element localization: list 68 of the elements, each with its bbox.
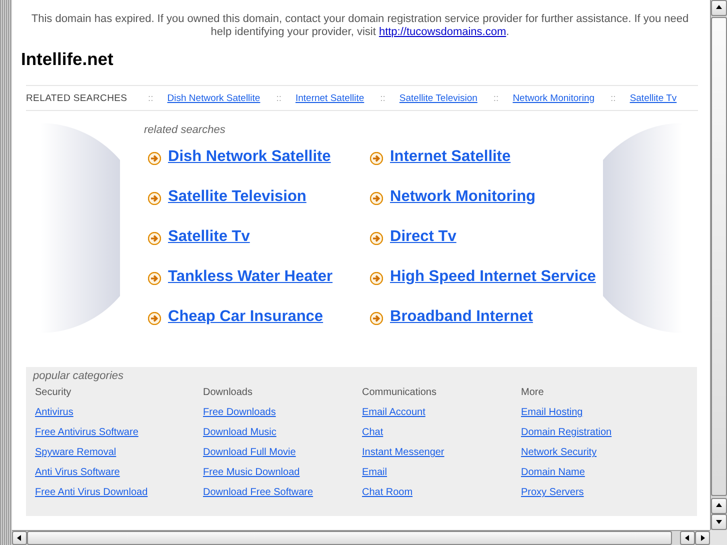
separator: ::	[380, 92, 386, 104]
category-title: More	[521, 387, 544, 400]
scrollbar-thumb[interactable]	[27, 531, 672, 545]
category-link[interactable]: Spyware Removal	[35, 447, 116, 467]
arrow-icon	[370, 312, 383, 324]
search-link[interactable]: Satellite Television	[168, 188, 306, 206]
section-heading: popular categories	[33, 369, 125, 383]
category-link[interactable]: Download Free Software	[203, 487, 314, 507]
category-title: Communications	[362, 387, 436, 400]
category-link[interactable]: Domain Registration	[521, 427, 612, 447]
search-link[interactable]: Tankless Water Heater	[168, 268, 333, 286]
category-link[interactable]: Instant Messenger	[362, 447, 444, 467]
search-link[interactable]: Internet Satellite	[390, 148, 511, 166]
expired-notice-text: This domain has expired. If you owned this domain, contact your domain registration service provider for further assistance. If you need help identifying your provider, visit http://tucowsdomains.com.	[30, 13, 690, 39]
site-title: Intellife.net	[21, 48, 114, 70]
related-link[interactable]: Network Monitoring	[512, 92, 595, 104]
arrow-icon	[148, 192, 161, 204]
related-link[interactable]: Dish Network Satellite	[167, 92, 260, 104]
category-link[interactable]: Free Anti Virus Download	[35, 487, 148, 507]
section-heading: related searches	[144, 123, 226, 137]
scroll-up-button[interactable]	[711, 498, 727, 514]
arrow-icon	[370, 152, 383, 164]
arrow-icon	[148, 312, 161, 324]
scroll-left-button[interactable]	[680, 531, 695, 545]
category-link[interactable]: Network Security	[521, 447, 597, 467]
arrow-icon	[148, 152, 161, 164]
related-link[interactable]: Internet Satellite	[295, 92, 364, 104]
category-title: Downloads	[203, 387, 252, 400]
search-link[interactable]: Network Monitoring	[390, 188, 536, 206]
related-searches-label: RELATED SEARCHES	[26, 92, 128, 104]
category-link[interactable]: Free Downloads	[203, 407, 276, 427]
category-link[interactable]: Free Music Download	[203, 467, 300, 487]
separator: ::	[610, 92, 616, 104]
scroll-up-button[interactable]	[711, 0, 727, 16]
arrow-icon	[370, 272, 383, 284]
arrow-icon	[370, 192, 383, 204]
category-link[interactable]: Chat Room	[362, 487, 413, 507]
category-link[interactable]: Domain Name	[521, 467, 585, 487]
search-link[interactable]: Cheap Car Insurance	[168, 308, 324, 326]
scrollbar-thumb[interactable]	[711, 17, 727, 496]
category-link[interactable]: Download Music	[203, 427, 276, 447]
search-link[interactable]: High Speed Internet Service	[390, 268, 596, 286]
arrow-icon	[370, 232, 383, 244]
category-title: Security	[35, 387, 72, 400]
category-link[interactable]: Email Account	[362, 407, 426, 427]
category-link[interactable]: Anti Virus Software	[35, 467, 120, 487]
search-link[interactable]: Broadband Internet	[390, 308, 533, 326]
separator: ::	[276, 92, 282, 104]
scroll-down-button[interactable]	[711, 514, 727, 530]
scroll-right-button[interactable]	[695, 531, 710, 545]
scroll-left-button[interactable]	[12, 531, 27, 545]
arrow-icon	[148, 232, 161, 244]
separator: ::	[148, 92, 154, 104]
category-link[interactable]: Antivirus	[35, 407, 74, 427]
related-link[interactable]: Satellite Television	[399, 92, 478, 104]
search-link[interactable]: Dish Network Satellite	[168, 148, 331, 166]
arrow-icon	[148, 272, 161, 284]
category-link[interactable]: Proxy Servers	[521, 487, 584, 507]
category-link[interactable]: Email Hosting	[521, 407, 583, 427]
category-link[interactable]: Download Full Movie	[203, 447, 296, 467]
category-link[interactable]: Email	[362, 467, 388, 487]
separator: ::	[493, 92, 499, 104]
related-link[interactable]: Satellite Tv	[630, 92, 677, 104]
search-link[interactable]: Direct Tv	[390, 228, 456, 246]
category-link[interactable]: Chat	[362, 427, 384, 447]
provider-link[interactable]: http://tucowsdomains.com	[378, 26, 506, 38]
search-link[interactable]: Satellite Tv	[168, 228, 250, 246]
category-link[interactable]: Free Antivirus Software	[35, 427, 138, 447]
